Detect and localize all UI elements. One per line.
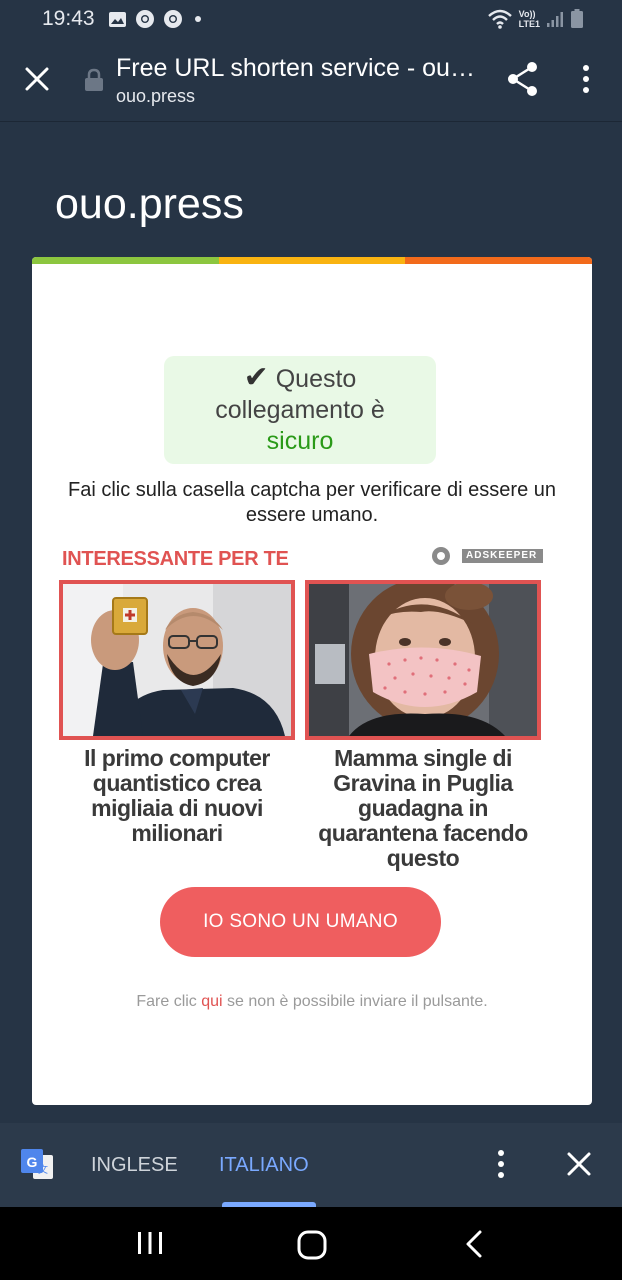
custom-tab-header: Free URL shorten service - ouo.press ouo… xyxy=(0,38,622,122)
home-icon[interactable] xyxy=(296,1229,328,1261)
share-icon[interactable] xyxy=(506,60,540,98)
color-bar-orange xyxy=(405,257,592,264)
safe-word: sicuro xyxy=(266,427,334,455)
ad-photo-man-with-chip xyxy=(63,584,291,736)
i-am-human-button[interactable]: IO SONO UN UMANO xyxy=(160,887,441,957)
system-navigation-bar xyxy=(0,1207,622,1280)
key-icon xyxy=(432,547,450,565)
ad-card[interactable]: Mamma single di Gravina in Puglia guadag… xyxy=(305,580,541,871)
color-bar-yellow xyxy=(218,257,406,264)
card-color-bar xyxy=(32,257,592,264)
image-icon xyxy=(109,11,126,27)
captcha-instructions: Fai clic sulla casella captcha per verif… xyxy=(68,479,556,526)
language-option-target[interactable]: ITALIANO xyxy=(219,1154,309,1177)
ad-image[interactable] xyxy=(59,580,295,740)
status-time: 19:43 xyxy=(42,7,95,30)
ad-title[interactable]: Il primo computer quantistico crea migli… xyxy=(59,746,295,846)
status-bar: 19:43 Vo)) LTE1 xyxy=(0,0,622,38)
back-icon[interactable] xyxy=(462,1229,486,1259)
recents-icon[interactable] xyxy=(134,1229,166,1257)
content-card: ✔ Questo collegamento è sicuro Fai clic … xyxy=(32,257,592,1105)
wifi-icon xyxy=(487,9,512,29)
ad-card[interactable]: Il primo computer quantistico crea migli… xyxy=(59,580,295,846)
network-type-label: Vo)) LTE1 xyxy=(518,9,540,29)
dot-icon xyxy=(195,16,201,22)
translate-bar: 文 G INGLESE ITALIANO xyxy=(0,1123,622,1207)
safe-link-notice: ✔ Questo collegamento è sicuro xyxy=(164,356,436,464)
chrome-icon xyxy=(136,10,154,28)
fallback-link[interactable]: qui xyxy=(201,993,222,1010)
language-option-source[interactable]: INGLESE xyxy=(91,1154,178,1177)
ads-heading: INTERESSANTE PER TE xyxy=(62,548,289,570)
color-bar-green xyxy=(32,257,219,264)
fallback-note: Fare clic qui se non è possibile inviare… xyxy=(136,993,488,1010)
site-logo-text[interactable]: ouo.press xyxy=(55,180,244,229)
more-options-icon[interactable] xyxy=(576,62,596,96)
page-url: ouo.press xyxy=(116,86,196,106)
lock-icon[interactable] xyxy=(84,68,104,92)
page-title: Free URL shorten service - ouo.press xyxy=(116,54,486,82)
ad-photo-woman-with-mask xyxy=(309,584,537,736)
more-options-icon[interactable] xyxy=(491,1147,511,1181)
google-translate-icon[interactable]: 文 G xyxy=(19,1147,55,1183)
close-icon[interactable] xyxy=(564,1149,594,1179)
close-icon[interactable] xyxy=(20,62,54,96)
svg-text:G: G xyxy=(27,1154,38,1170)
chrome-icon xyxy=(164,10,182,28)
ad-image[interactable] xyxy=(305,580,541,740)
ad-title[interactable]: Mamma single di Gravina in Puglia guadag… xyxy=(305,746,541,871)
battery-icon xyxy=(571,9,583,28)
checkmark-icon: ✔ xyxy=(243,361,269,394)
adskeeper-logo[interactable]: ADSKEEPER xyxy=(430,545,544,567)
signal-icon xyxy=(547,12,563,27)
